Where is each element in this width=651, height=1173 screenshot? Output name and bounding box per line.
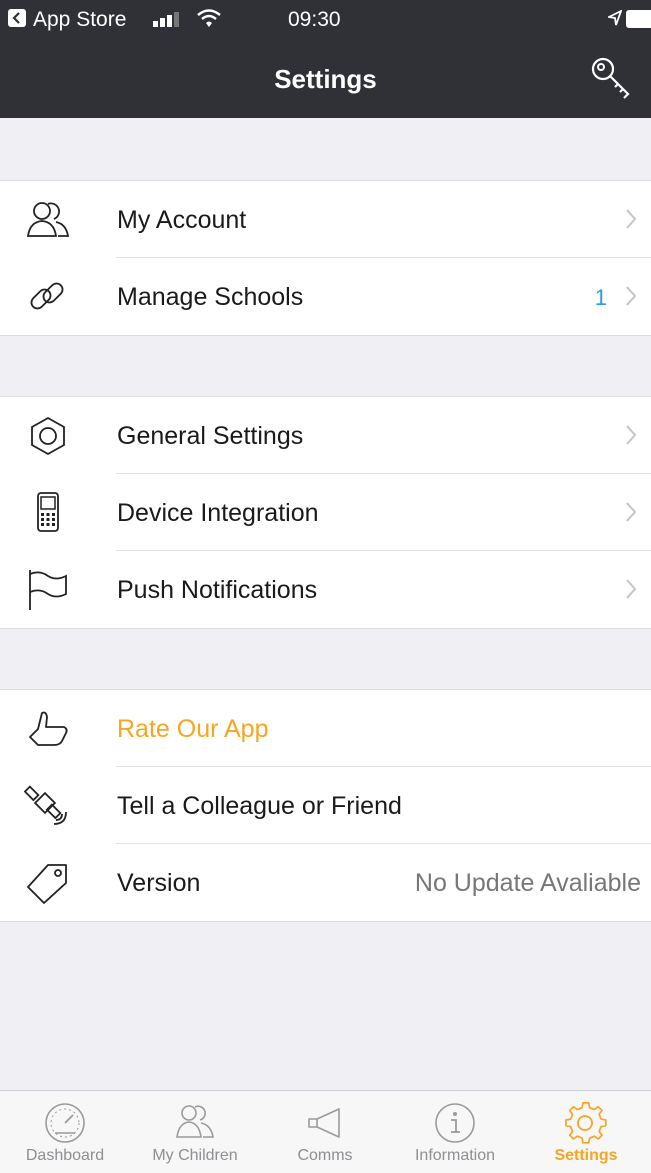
my-account-row[interactable]: My Account <box>0 181 651 258</box>
status-bar: App Store 09:30 <box>0 0 651 40</box>
users-icon <box>26 202 70 237</box>
general-settings-label: General Settings <box>117 422 304 450</box>
link-icon <box>30 282 64 310</box>
page-title: Settings <box>274 64 377 94</box>
chevron-right-icon <box>626 502 637 522</box>
settings-section: General Settings Device Integration Push… <box>0 396 651 629</box>
schools-count-badge: 1 <box>594 285 607 310</box>
chevron-right-icon <box>626 286 637 306</box>
general-settings-row[interactable]: General Settings <box>0 397 651 474</box>
account-section: My Account Manage Schools 1 <box>0 180 651 336</box>
key-icon[interactable] <box>588 54 634 100</box>
my-account-label: My Account <box>117 206 247 234</box>
version-row: Version No Update Avaliable <box>0 844 651 921</box>
tag-icon <box>27 864 67 904</box>
push-notifications-label: Push Notifications <box>117 576 318 604</box>
tab-label: Dashboard <box>25 1147 105 1164</box>
tab-dashboard[interactable]: Dashboard <box>0 1091 130 1173</box>
gear-icon <box>565 1102 607 1144</box>
tab-label: Settings <box>554 1147 618 1164</box>
rate-our-app-row[interactable]: Rate Our App <box>0 690 651 767</box>
rate-our-app-label: Rate Our App <box>117 715 269 743</box>
tab-bar: Dashboard My Children Comms Information … <box>0 1090 651 1173</box>
thumbs-up-icon <box>29 711 68 746</box>
push-notifications-row[interactable]: Push Notifications <box>0 551 651 628</box>
device-integration-label: Device Integration <box>117 499 319 527</box>
tab-settings[interactable]: Settings <box>521 1091 651 1173</box>
location-arrow-icon <box>608 10 622 26</box>
back-to-app-icon[interactable] <box>8 9 26 27</box>
satellite-icon <box>24 785 67 825</box>
tab-my-children[interactable]: My Children <box>130 1091 260 1173</box>
version-label: Version <box>117 869 201 897</box>
manage-schools-label: Manage Schools <box>117 283 304 311</box>
status-time: 09:30 <box>288 8 341 31</box>
chevron-right-icon <box>626 209 637 229</box>
megaphone-icon <box>308 1108 340 1138</box>
manage-schools-row[interactable]: Manage Schools 1 <box>0 258 651 335</box>
tab-comms[interactable]: Comms <box>260 1091 390 1173</box>
tab-label: Comms <box>297 1147 353 1164</box>
signal-icon <box>153 12 179 27</box>
tab-label: Information <box>414 1147 496 1164</box>
device-integration-row[interactable]: Device Integration <box>0 474 651 551</box>
wifi-icon <box>197 9 221 27</box>
about-section: Rate Our App Tell a Colleague or Friend … <box>0 689 651 922</box>
chevron-right-icon <box>626 579 637 599</box>
flag-icon <box>29 570 67 610</box>
tab-label: My Children <box>152 1147 238 1164</box>
tab-information[interactable]: Information <box>390 1091 520 1173</box>
hexagon-settings-icon <box>31 416 65 456</box>
back-to-app-label[interactable]: App Store <box>33 8 126 32</box>
version-status: No Update Avaliable <box>414 869 641 897</box>
children-icon <box>176 1105 214 1138</box>
chevron-right-icon <box>626 425 637 445</box>
speedometer-icon <box>45 1103 85 1143</box>
battery-icon <box>626 10 651 28</box>
top-bar: App Store 09:30 Settings <box>0 0 651 118</box>
tell-a-friend-row[interactable]: Tell a Colleague or Friend <box>0 767 651 844</box>
info-icon <box>435 1103 475 1143</box>
device-icon <box>37 492 59 532</box>
tell-a-friend-label: Tell a Colleague or Friend <box>117 792 402 820</box>
